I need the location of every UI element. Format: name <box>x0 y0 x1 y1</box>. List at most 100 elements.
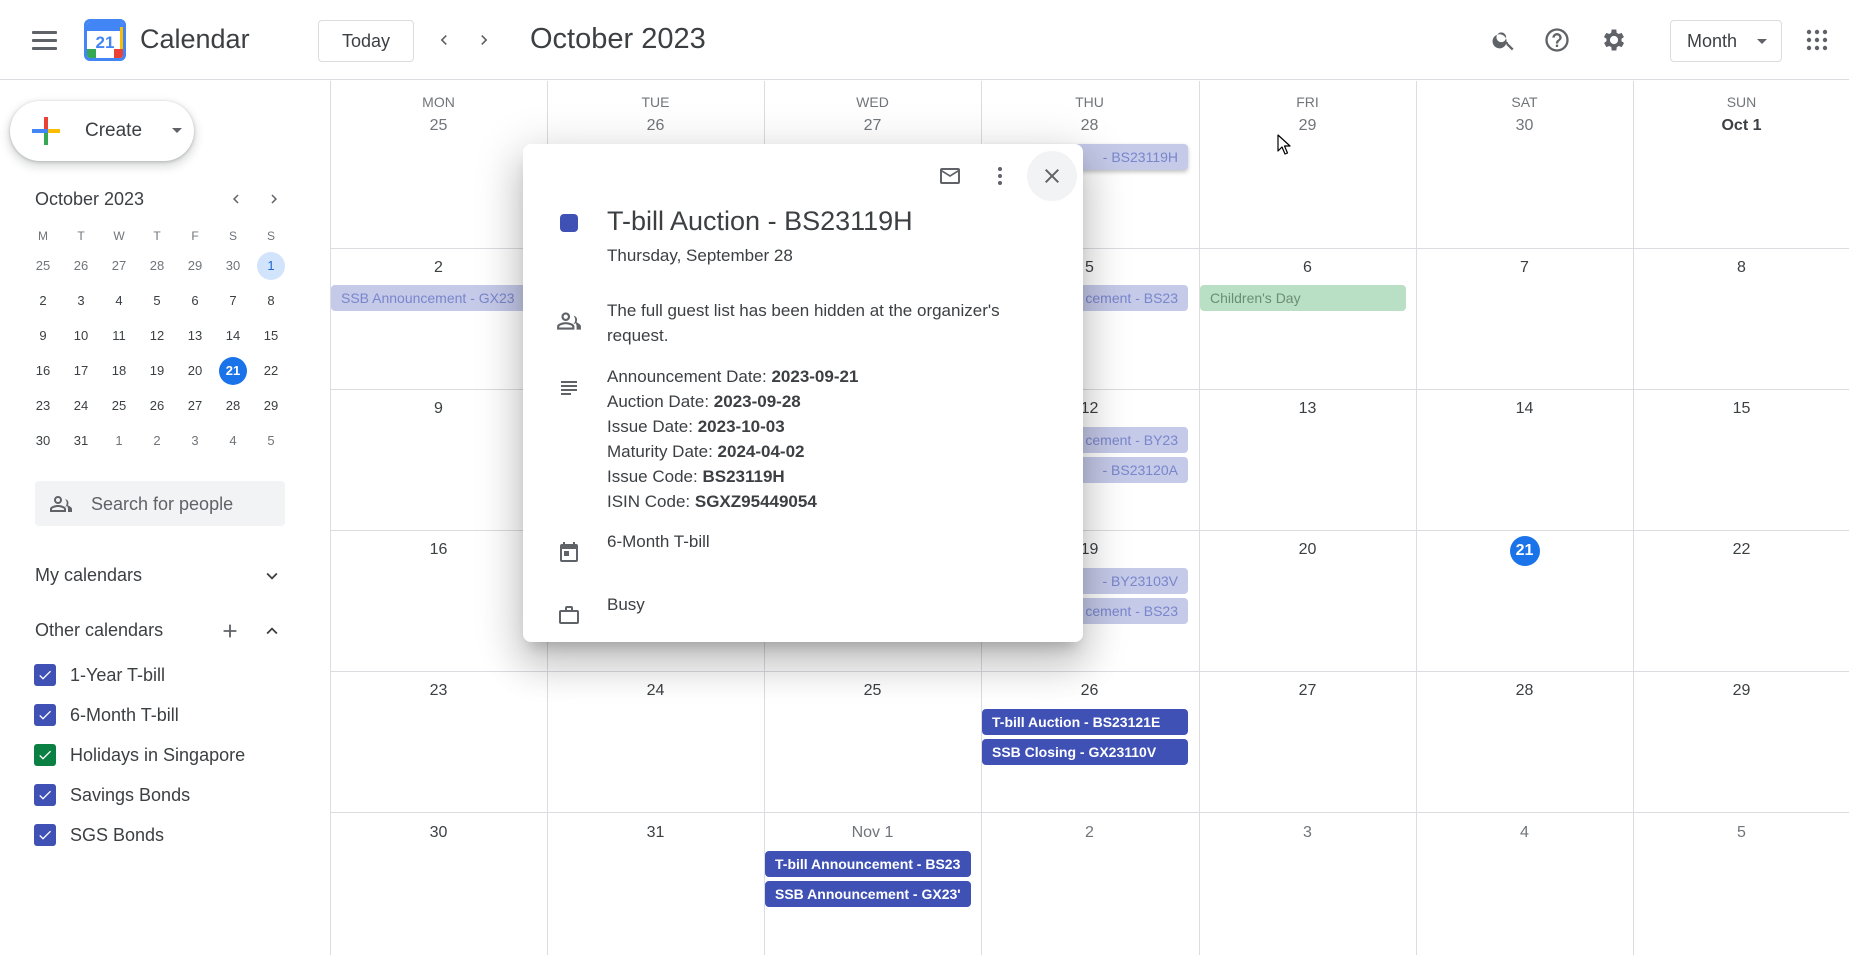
other-calendars-title[interactable]: Other calendars <box>35 620 163 641</box>
mini-day[interactable]: 29 <box>176 252 214 280</box>
mini-day[interactable]: 15 <box>252 322 290 350</box>
mini-day[interactable]: 11 <box>100 322 138 350</box>
today-button[interactable]: Today <box>318 20 414 62</box>
mini-previous-month-button[interactable] <box>222 185 250 213</box>
day-number[interactable]: 20 <box>1199 541 1416 559</box>
search-people-input[interactable]: Search for people <box>35 481 285 526</box>
app-title[interactable]: Calendar <box>140 24 250 55</box>
mini-day[interactable]: 5 <box>138 287 176 315</box>
day-number[interactable]: Oct 1 <box>1633 117 1849 135</box>
mini-day[interactable]: 22 <box>252 357 290 385</box>
day-number[interactable]: 4 <box>1416 824 1633 842</box>
mini-day[interactable]: 19 <box>138 357 176 385</box>
day-number[interactable]: 28 <box>981 117 1198 135</box>
day-number[interactable]: 25 <box>764 682 981 700</box>
day-number[interactable]: 29 <box>1633 682 1849 700</box>
mini-day-today[interactable]: 21 <box>214 356 252 385</box>
other-calendars-toggle[interactable] <box>258 617 286 645</box>
checkbox-checked-icon[interactable] <box>34 704 56 726</box>
calendar-item-holidays-singapore[interactable]: Holidays in Singapore <box>34 741 245 769</box>
mini-day[interactable]: 25 <box>100 392 138 420</box>
mini-day[interactable]: 4 <box>214 427 252 455</box>
mini-day[interactable]: 31 <box>62 427 100 455</box>
previous-period-button[interactable] <box>426 22 462 58</box>
day-number[interactable]: 26 <box>547 117 764 135</box>
event-chip[interactable]: T-bill Auction - BS23121E <box>982 709 1188 735</box>
mini-day[interactable]: 10 <box>62 322 100 350</box>
mini-day[interactable]: 4 <box>100 287 138 315</box>
day-number[interactable]: 5 <box>1633 824 1849 842</box>
day-number[interactable]: 25 <box>330 117 547 135</box>
my-calendars-title[interactable]: My calendars <box>35 565 142 586</box>
mini-day[interactable]: 30 <box>214 252 252 280</box>
event-chip[interactable]: SSB Announcement - GX23' <box>765 881 971 907</box>
settings-button[interactable] <box>1594 20 1634 60</box>
apps-button[interactable] <box>1797 20 1837 60</box>
mini-day[interactable]: 20 <box>176 357 214 385</box>
day-number[interactable]: 22 <box>1633 541 1849 559</box>
mini-day[interactable]: 26 <box>62 252 100 280</box>
mini-day[interactable]: 29 <box>252 392 290 420</box>
mini-day[interactable]: 3 <box>176 427 214 455</box>
search-button[interactable] <box>1484 20 1524 60</box>
event-chip[interactable]: SSB Closing - GX23110V <box>982 739 1188 765</box>
help-button[interactable] <box>1537 20 1577 60</box>
mini-day[interactable]: 23 <box>24 392 62 420</box>
mini-day[interactable]: 3 <box>62 287 100 315</box>
day-number[interactable]: 3 <box>1199 824 1416 842</box>
mini-day[interactable]: 17 <box>62 357 100 385</box>
add-other-calendar-button[interactable] <box>216 617 244 645</box>
calendar-item-1-year-tbill[interactable]: 1-Year T-bill <box>34 661 165 689</box>
mini-day[interactable]: 7 <box>214 287 252 315</box>
email-guests-button[interactable] <box>928 154 972 198</box>
calendar-item-savings-bonds[interactable]: Savings Bonds <box>34 781 190 809</box>
mini-day[interactable]: 28 <box>214 392 252 420</box>
mini-day[interactable]: 24 <box>62 392 100 420</box>
next-period-button[interactable] <box>466 22 502 58</box>
day-number[interactable]: 31 <box>547 824 764 842</box>
mini-day-selected[interactable]: 1 <box>252 251 290 280</box>
day-number[interactable]: 8 <box>1633 259 1849 277</box>
mini-day[interactable]: 2 <box>138 427 176 455</box>
mini-day[interactable]: 9 <box>24 322 62 350</box>
day-number[interactable]: 2 <box>981 824 1198 842</box>
mini-day[interactable]: 28 <box>138 252 176 280</box>
day-number[interactable]: 30 <box>330 824 547 842</box>
mini-next-month-button[interactable] <box>260 185 288 213</box>
event-chip[interactable]: SSB Announcement - GX23 <box>331 285 537 311</box>
more-options-button[interactable] <box>978 154 1022 198</box>
day-number[interactable]: 26 <box>981 682 1198 700</box>
mini-day[interactable]: 8 <box>252 287 290 315</box>
view-switcher[interactable]: Month <box>1670 20 1782 62</box>
event-chip-holiday[interactable]: Children's Day <box>1200 285 1406 311</box>
day-number[interactable]: 29 <box>1199 117 1416 135</box>
event-chip[interactable]: T-bill Announcement - BS23 <box>765 851 971 877</box>
close-button[interactable] <box>1027 151 1077 201</box>
mini-day[interactable]: 26 <box>138 392 176 420</box>
day-number[interactable]: 13 <box>1199 400 1416 418</box>
checkbox-checked-icon[interactable] <box>34 744 56 766</box>
mini-day[interactable]: 18 <box>100 357 138 385</box>
day-number[interactable]: 6 <box>1199 259 1416 277</box>
checkbox-checked-icon[interactable] <box>34 824 56 846</box>
day-number[interactable]: 2 <box>330 259 547 277</box>
day-number[interactable]: 24 <box>547 682 764 700</box>
main-menu-icon[interactable] <box>24 24 64 56</box>
day-number[interactable]: 7 <box>1416 259 1633 277</box>
mini-day[interactable]: 27 <box>100 252 138 280</box>
mini-day[interactable]: 16 <box>24 357 62 385</box>
calendar-logo[interactable]: 21 <box>84 19 126 61</box>
calendar-item-6-month-tbill[interactable]: 6-Month T-bill <box>34 701 179 729</box>
day-number[interactable]: 28 <box>1416 682 1633 700</box>
mini-day[interactable]: 1 <box>100 427 138 455</box>
mini-day[interactable]: 30 <box>24 427 62 455</box>
mini-day[interactable]: 5 <box>252 427 290 455</box>
day-number[interactable]: 23 <box>330 682 547 700</box>
day-number[interactable]: 16 <box>330 541 547 559</box>
day-number[interactable]: 14 <box>1416 400 1633 418</box>
day-number[interactable]: 27 <box>1199 682 1416 700</box>
calendar-item-sgs-bonds[interactable]: SGS Bonds <box>34 821 164 849</box>
mini-day[interactable]: 6 <box>176 287 214 315</box>
checkbox-checked-icon[interactable] <box>34 664 56 686</box>
day-number[interactable]: 9 <box>330 400 547 418</box>
